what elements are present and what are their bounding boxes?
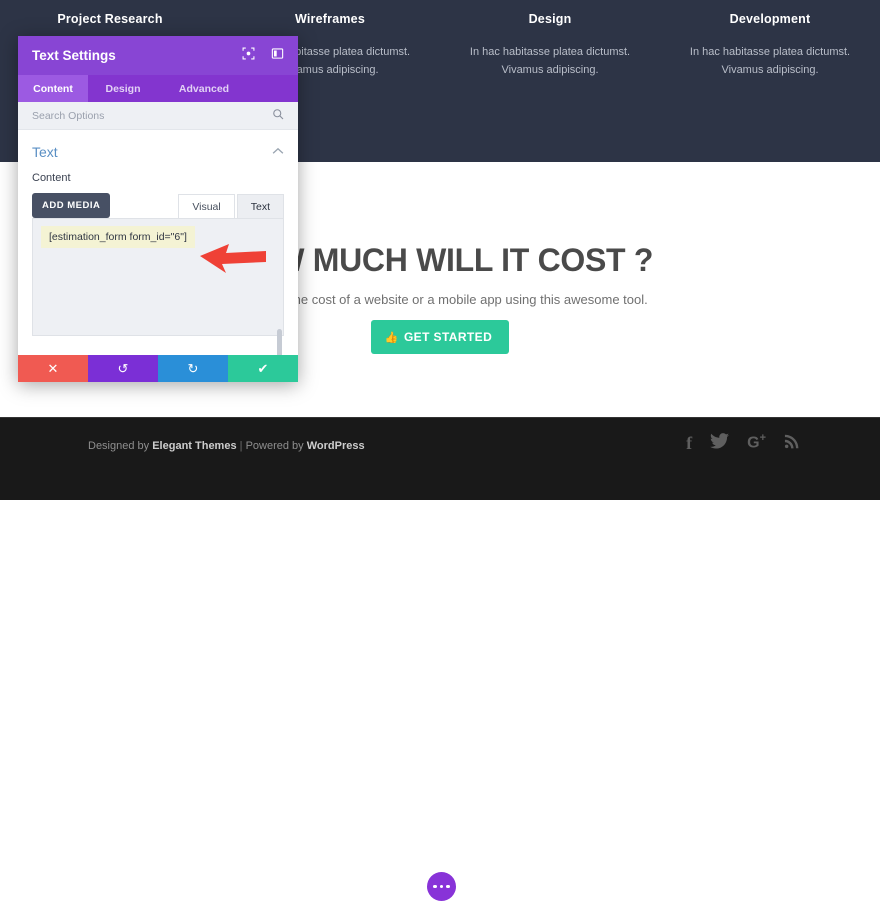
feature-title: Wireframes (295, 12, 365, 26)
search-options-bar (18, 102, 298, 130)
search-input[interactable] (32, 109, 272, 122)
visual-tab[interactable]: Visual (178, 194, 235, 218)
section-title: Text (32, 144, 58, 160)
modal-header: Text Settings (18, 36, 298, 75)
content-textarea[interactable]: [estimation_form form_id="6"] (32, 218, 284, 355)
tab-content[interactable]: Content (18, 75, 88, 102)
shortcode-field[interactable]: [estimation_form form_id="6"] (41, 226, 195, 248)
footer-credit: Designed by Elegant Themes | Powered by … (88, 440, 365, 452)
site-footer: Designed by Elegant Themes | Powered by … (0, 417, 880, 901)
modal-body: Text Content ADD MEDIA Visual Text [esti… (18, 130, 298, 355)
dot-icon (439, 884, 444, 889)
dot-icon (446, 884, 450, 889)
editor-toolbar: ADD MEDIA Visual Text (18, 193, 298, 218)
tab-advanced[interactable]: Advanced (158, 75, 250, 102)
feature-column: Development In hac habitasse platea dict… (660, 0, 880, 162)
search-icon[interactable] (272, 108, 284, 123)
social-links: f G+ (686, 433, 800, 452)
rss-icon[interactable] (784, 433, 800, 452)
modal-scrollbar[interactable] (277, 329, 282, 355)
feature-body: In hac habitasse platea dictumst. Vivamu… (469, 46, 631, 76)
dot-icon (433, 884, 437, 889)
twitter-icon[interactable] (710, 433, 730, 452)
feature-title: Project Research (57, 12, 163, 26)
wordpress-link[interactable]: WordPress (307, 440, 365, 452)
modal-tabs: Content Design Advanced (18, 75, 298, 102)
google-plus-icon[interactable]: G+ (747, 433, 766, 451)
close-button[interactable]: ✕ (18, 355, 88, 382)
facebook-icon[interactable]: f (686, 434, 692, 452)
modal-footer: ✕ ↺ ↻ ✔ (18, 355, 298, 382)
thumbs-up-icon: 👍 (384, 332, 399, 344)
add-media-button[interactable]: ADD MEDIA (32, 193, 111, 218)
get-started-button[interactable]: 👍 GET STARTED (370, 320, 510, 354)
modal-header-icons (242, 47, 284, 65)
save-button[interactable]: ✔ (228, 355, 298, 382)
more-options-fab[interactable] (427, 872, 456, 901)
content-field-label: Content (32, 172, 71, 184)
tab-design[interactable]: Design (88, 75, 158, 102)
feature-body: In hac habitasse platea dictumst. Vivamu… (689, 46, 851, 76)
fullscreen-icon[interactable] (242, 47, 255, 65)
credit-separator: | (239, 440, 243, 452)
chevron-up-icon[interactable] (272, 146, 284, 158)
text-settings-modal: Text Settings Content Design Advanced Se… (18, 36, 298, 382)
text-tab[interactable]: Text (236, 194, 284, 218)
modal-title: Text Settings (32, 48, 116, 63)
feature-column: Design In hac habitasse platea dictumst.… (440, 0, 660, 162)
editor-mode-tabs: Visual Text (178, 194, 284, 218)
credit-prefix: Designed by (88, 440, 150, 452)
feature-title: Development (729, 12, 811, 26)
redo-button[interactable]: ↻ (158, 355, 228, 382)
feature-title: Design (528, 12, 572, 26)
credit-middle: Powered by (245, 440, 304, 452)
undo-button[interactable]: ↺ (88, 355, 158, 382)
get-started-label: GET STARTED (403, 330, 493, 344)
elegant-themes-link[interactable]: Elegant Themes (152, 440, 236, 452)
split-view-icon[interactable] (271, 47, 284, 65)
text-section-header[interactable]: Text (18, 130, 298, 160)
